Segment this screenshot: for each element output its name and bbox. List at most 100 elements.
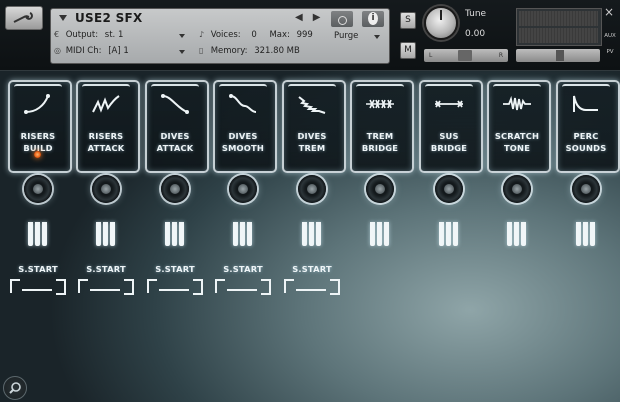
solo-button[interactable]: S [400,12,416,29]
volume-slider-thumb[interactable] [556,50,564,61]
voices-row: ♪ Voices: 0 Max: 999 [199,30,313,40]
articulation-knob-scratch-tone[interactable] [503,175,531,203]
max-value[interactable]: 999 [297,30,313,40]
pv-button[interactable]: PV [603,47,617,58]
articulation-button-dives-smooth[interactable]: DIVES SMOOTH [213,80,277,173]
articulation-label: SUS BRIDGE [430,131,468,153]
articulation-label: DIVES ATTACK [156,131,194,153]
instrument-name[interactable]: USE2 SFX [75,11,143,25]
articulation-label: PERC SOUNDS [565,131,607,153]
articulation-button-dives-attack[interactable]: DIVES ATTACK [145,80,209,173]
instrument-header: USE2 SFX ◀▶ i € Output: st. 1 ◎ MIDI Ch:… [0,0,620,71]
dive-trem-icon [298,96,326,114]
tune-value[interactable]: 0.00 [465,29,485,39]
sample-start-label: S.START [292,264,332,274]
tune-knob[interactable] [424,6,458,40]
sample-start-label: S.START [18,264,58,274]
midi-label: MIDI Ch: [65,46,102,56]
memory-value: 321.80 MB [254,46,300,56]
output-icon: € [54,30,60,39]
pan-left-label: L [429,52,433,59]
instrument-info-panel: USE2 SFX ◀▶ i € Output: st. 1 ◎ MIDI Ch:… [50,8,390,64]
riser-curve-icon [24,94,50,114]
mute-button[interactable]: M [400,42,416,59]
sample-start-field[interactable] [147,279,203,295]
articulation-knob-dives-attack[interactable] [161,175,189,203]
keyboard-icon[interactable] [370,222,390,246]
output-row[interactable]: € Output: st. 1 [54,30,123,40]
articulation-knob-sus-bridge[interactable] [435,175,463,203]
wrench-icon[interactable] [5,6,43,30]
pan-slider[interactable]: L R [424,49,508,62]
articulation-knob-dives-trem[interactable] [298,175,326,203]
instrument-nav-arrows[interactable]: ◀▶ [295,12,330,23]
aux-button[interactable]: AUX [603,31,617,42]
sample-start-label: S.START [86,264,126,274]
articulation-label: RISERS ATTACK [87,131,125,153]
voices-value: 0 [251,30,257,40]
dive-smooth-icon [229,94,257,113]
articulation-knob-trem-bridge[interactable] [366,175,394,203]
info-icon[interactable]: i [362,11,384,27]
articulation-knob-risers-build[interactable] [24,175,52,203]
midi-icon: ◎ [54,46,61,55]
volume-slider[interactable] [516,49,600,62]
keyboard-icon[interactable] [507,222,527,246]
articulation-button-dives-trem[interactable]: DIVES TREM [282,80,346,173]
output-label: Output: [65,30,99,40]
articulation-label: DIVES SMOOTH [221,131,265,153]
pan-slider-thumb[interactable] [458,50,472,61]
sus-bridge-icon [435,100,463,108]
articulation-knob-risers-attack[interactable] [92,175,120,203]
voices-icon: ♪ [199,30,205,39]
keyboard-icon[interactable] [96,222,116,246]
voices-label: Voices: [210,30,241,40]
articulation-button-sus-bridge[interactable]: SUS BRIDGE [419,80,483,173]
keyboard-icon[interactable] [302,222,322,246]
articulation-knob-dives-smooth[interactable] [229,175,257,203]
sample-start-field[interactable] [215,279,271,295]
midi-row[interactable]: ◎ MIDI Ch: [A] 1 [54,46,129,56]
articulation-button-scratch-tone[interactable]: SCRATCH TONE [487,80,551,173]
close-icon[interactable]: × [604,5,614,19]
memory-label: Memory: [210,46,248,56]
keyboard-icon[interactable] [576,222,596,246]
keyboard-icon[interactable] [28,222,48,246]
dive-curve-icon [161,94,189,114]
articulation-button-perc-sounds[interactable]: PERC SOUNDS [556,80,620,173]
tune-label: Tune [465,9,487,19]
memory-row: ▯ Memory: 321.80 MB [199,46,300,56]
kontakt-instrument-window: USE2 SFX ◀▶ i € Output: st. 1 ◎ MIDI Ch:… [0,0,620,402]
pan-right-label: R [498,52,503,59]
scratch-tone-icon [503,95,531,111]
camera-icon[interactable] [331,11,353,27]
output-dropdown-icon[interactable] [179,34,185,38]
articulation-button-risers-attack[interactable]: RISERS ATTACK [76,80,140,173]
active-led-icon [34,151,41,158]
sample-start-field[interactable] [10,279,66,295]
articulation-label: DIVES TREM [297,131,327,153]
search-icon[interactable] [3,376,27,400]
output-value[interactable]: st. 1 [105,30,124,40]
purge-dropdown-icon[interactable] [374,35,380,39]
midi-value[interactable]: [A] 1 [108,46,129,56]
memory-icon: ▯ [199,46,204,55]
articulation-knob-perc-sounds[interactable] [572,175,600,203]
midi-dropdown-icon[interactable] [179,50,185,54]
keyboard-icon[interactable] [439,222,459,246]
max-label: Max: [269,30,290,40]
sample-start-label: S.START [223,264,263,274]
level-meter [516,8,602,46]
articulation-button-risers-build[interactable]: RISERS BUILD [8,80,72,173]
keyboard-icon[interactable] [165,222,185,246]
articulation-button-trem-bridge[interactable]: TREM BRIDGE [350,80,414,173]
sample-start-label: S.START [155,264,195,274]
purge-button[interactable]: Purge [334,31,384,45]
articulation-label: SCRATCH TONE [494,131,540,153]
perc-sounds-icon [573,95,598,112]
keyboard-icon[interactable] [233,222,253,246]
sample-start-field[interactable] [284,279,340,295]
collapse-arrow-icon[interactable] [59,15,67,21]
articulation-label: TREM BRIDGE [361,131,399,153]
sample-start-field[interactable] [78,279,134,295]
